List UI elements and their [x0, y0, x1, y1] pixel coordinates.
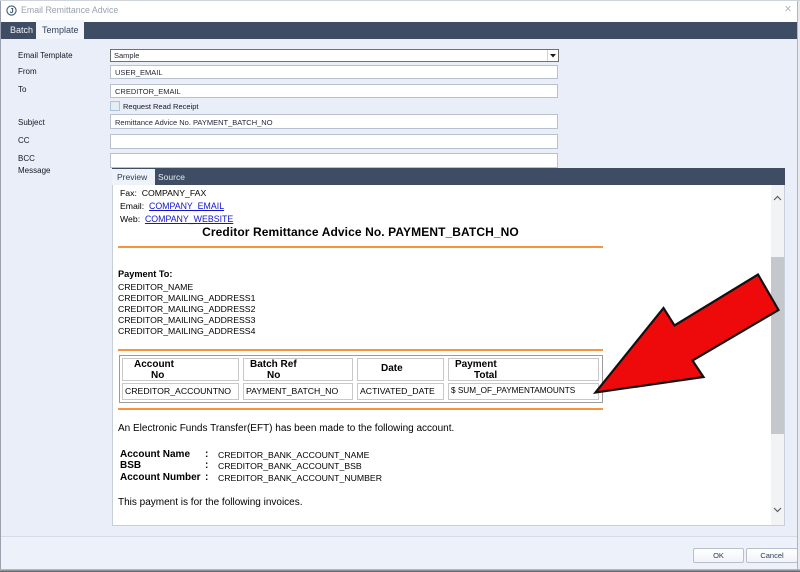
- svg-text:J: J: [10, 6, 14, 15]
